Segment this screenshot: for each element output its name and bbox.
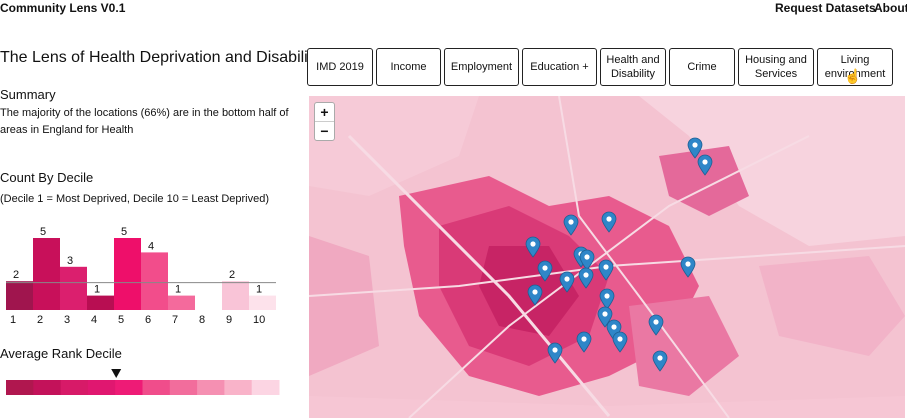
bar-value-label: 2 [13,269,19,281]
decile-tick-label: 2 [37,314,43,326]
nav-about[interactable]: About [874,1,907,15]
decile-tick-label: 6 [145,314,151,326]
bar-value-label: 5 [121,226,127,238]
decile-swatch [142,380,171,395]
decile-tick-label: 1 [10,314,16,326]
decile-tick-label: 9 [226,314,232,326]
average-heading: Average Rank Decile [0,346,122,361]
decile-swatch [87,380,116,395]
count-note: (Decile 1 = Most Deprived, Decile 10 = L… [0,193,270,205]
bar-value-label: 1 [94,284,100,296]
map-pin-icon[interactable] [652,350,668,372]
decile-tick-label: 7 [172,314,178,326]
map[interactable]: + − [309,96,905,418]
map-pin-icon[interactable] [697,154,713,176]
summary-text-line-1: The majority of the locations (66%) are … [0,107,289,119]
bar [114,238,141,310]
bar [222,281,249,310]
tab-employment[interactable]: Employment [444,48,519,86]
map-pin-icon[interactable] [525,236,541,258]
summary-text-line-2: areas in England for Health [0,124,134,136]
tab-crime[interactable]: Crime [669,48,735,86]
map-tiles [309,96,905,418]
bar-value-label: 1 [256,284,262,296]
map-pin-icon[interactable] [547,342,563,364]
decile-tick-label: 10 [253,314,265,326]
bar-value-label: 5 [40,226,46,238]
bar [87,295,114,310]
bar [168,295,195,310]
map-pin-icon[interactable] [563,214,579,236]
bar [141,252,168,310]
top-bar: Community Lens V0.1 Request Datasets Abo… [0,0,907,18]
decile-bar-chart: 2 1 5 2 3 3 1 4 5 5 4 6 1 7 8 2 9 1 10 [6,226,276,326]
tab-health-and-disability[interactable]: Health and Disability [600,48,666,86]
zoom-control: + − [314,102,335,141]
pointer-cursor-icon: ☝ [844,68,862,84]
bar [249,295,276,310]
map-pin-icon[interactable] [578,267,594,289]
tab-imd-2019[interactable]: IMD 2019 [307,48,373,86]
map-pin-icon[interactable] [559,271,575,293]
average-rank-scale [6,369,280,395]
decile-tick-label: 3 [64,314,70,326]
decile-swatch [115,380,143,395]
decile-swatch [251,380,280,395]
map-pin-icon[interactable] [680,256,696,278]
decile-swatch [197,380,225,395]
plus-icon[interactable]: + [315,103,334,121]
decile-swatch [169,380,198,395]
page-title: The Lens of Health Deprivation and Disab… [0,49,321,66]
tab-education[interactable]: Education + [522,48,597,86]
decile-swatch [33,380,62,395]
decile-tick-label: 8 [199,314,205,326]
bar-value-label: 1 [175,284,181,296]
decile-swatch [224,380,253,395]
tab-income[interactable]: Income [376,48,441,86]
map-pin-icon[interactable] [527,284,543,306]
bar [33,238,60,310]
map-pin-icon[interactable] [537,260,553,282]
map-pin-icon[interactable] [598,259,614,281]
count-heading: Count By Decile [0,170,94,185]
decile-tick-label: 5 [118,314,124,326]
app-title: Community Lens V0.1 [0,1,126,15]
tab-housing-and-services[interactable]: Housing and Services [738,48,814,86]
nav-request-datasets[interactable]: Request Datasets [775,1,876,15]
bar-value-label: 3 [67,255,73,267]
decile-swatch [60,380,89,395]
bar [6,281,33,310]
decile-tick-label: 4 [91,314,97,326]
minus-icon[interactable]: − [315,121,334,140]
map-pin-icon[interactable] [601,211,617,233]
map-pin-icon[interactable] [612,331,628,353]
average-marker-icon [111,369,122,378]
map-pin-icon[interactable] [648,314,664,336]
decile-swatch [6,380,34,395]
summary-heading: Summary [0,87,56,102]
bar-value-label: 4 [148,240,154,252]
map-pin-icon[interactable] [576,331,592,353]
bar-value-label: 2 [229,269,235,281]
bar [60,266,87,310]
